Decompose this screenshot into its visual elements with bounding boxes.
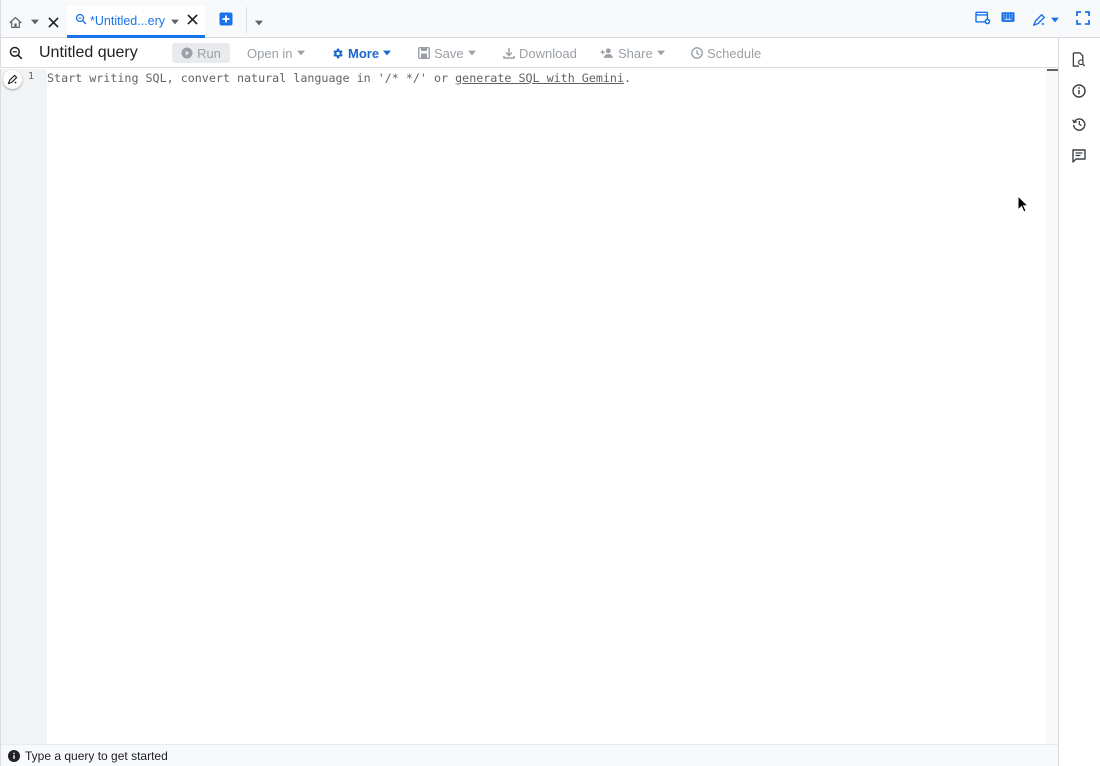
line-gutter: 1	[1, 69, 47, 744]
sql-editor[interactable]: 1 Start writing SQL, convert natural lan…	[0, 69, 1059, 744]
more-button[interactable]: More	[331, 43, 392, 63]
tab-label: *Untitled...ery	[90, 13, 166, 28]
mouse-pointer-icon	[1017, 194, 1030, 216]
comment-icon	[1072, 149, 1086, 163]
add-box-icon	[219, 12, 233, 26]
tab-divider	[246, 7, 247, 33]
schedule-label: Schedule	[707, 45, 762, 61]
fullscreen-icon	[1076, 11, 1090, 25]
save-icon	[418, 47, 430, 59]
close-icon[interactable]	[187, 13, 198, 28]
chevron-down-icon[interactable]	[171, 13, 180, 28]
close-icon[interactable]	[48, 16, 59, 28]
placeholder-suffix: .	[624, 71, 632, 85]
info-filled-icon	[8, 749, 20, 762]
info-button[interactable]	[1072, 84, 1088, 100]
history-icon	[1072, 118, 1086, 131]
fullscreen-button[interactable]	[1076, 11, 1090, 29]
gemini-assist-button[interactable]	[3, 70, 22, 89]
chevron-down-icon	[296, 50, 305, 56]
keyboard-shortcuts-button[interactable]	[1001, 11, 1015, 29]
download-button[interactable]: Download	[503, 43, 577, 63]
tab-untitled-query[interactable]: *Untitled...ery	[67, 6, 205, 38]
version-history-button[interactable]	[1072, 117, 1088, 133]
keyboard-icon	[1001, 12, 1015, 22]
pen-spark-icon	[1033, 14, 1045, 26]
home-tab[interactable]	[9, 8, 59, 36]
clock-icon	[691, 47, 703, 59]
chevron-down-icon	[383, 50, 392, 56]
save-label: Save	[434, 45, 464, 61]
chevron-down-icon	[467, 50, 476, 56]
share-button[interactable]: Share	[600, 43, 665, 63]
download-icon	[503, 48, 515, 59]
chevron-down-icon	[1051, 17, 1059, 23]
tab-bar: *Untitled...ery	[0, 0, 1100, 38]
query-toolbar: Untitled query Run Open in More Save Dow…	[0, 38, 1058, 68]
gemini-tools-menu[interactable]	[1032, 11, 1059, 29]
more-label: More	[348, 45, 380, 61]
home-icon[interactable]	[9, 16, 22, 29]
right-side-panel	[1058, 38, 1100, 766]
save-button[interactable]: Save	[418, 43, 476, 63]
open-in-button[interactable]: Open in	[247, 43, 305, 63]
page-title: Untitled query	[39, 44, 138, 61]
comments-button[interactable]	[1072, 149, 1088, 165]
editor-placeholder[interactable]: Start writing SQL, convert natural langu…	[47, 70, 631, 86]
document-search-icon	[1072, 52, 1086, 67]
tab-overflow-button[interactable]	[255, 14, 263, 29]
chevron-down-icon	[255, 20, 263, 26]
generate-sql-link[interactable]: generate SQL with Gemini	[455, 71, 624, 85]
chevron-down-icon[interactable]	[31, 19, 39, 25]
query-icon	[75, 13, 87, 28]
person-add-icon	[600, 48, 613, 58]
gear-icon	[333, 48, 343, 58]
run-label: Run	[197, 45, 221, 61]
info-icon	[1072, 84, 1086, 98]
new-query-button[interactable]	[219, 12, 237, 30]
status-bar: Type a query to get started	[0, 744, 1058, 766]
open-in-label: Open in	[247, 45, 293, 61]
play-circle-icon	[181, 47, 193, 59]
status-message: Type a query to get started	[25, 748, 168, 763]
download-label: Download	[519, 45, 577, 61]
placeholder-text: Start writing SQL, convert natural langu…	[47, 71, 456, 85]
query-details-button[interactable]	[1072, 52, 1088, 68]
run-button[interactable]: Run	[172, 43, 230, 63]
line-number: 1	[28, 71, 35, 82]
chevron-down-icon	[656, 50, 665, 56]
window-add-icon	[975, 11, 991, 25]
open-in-new-window-button[interactable]	[975, 11, 991, 29]
schedule-button[interactable]: Schedule	[691, 43, 761, 63]
pen-spark-icon	[7, 74, 18, 85]
share-label: Share	[618, 45, 653, 61]
query-icon	[9, 46, 23, 63]
